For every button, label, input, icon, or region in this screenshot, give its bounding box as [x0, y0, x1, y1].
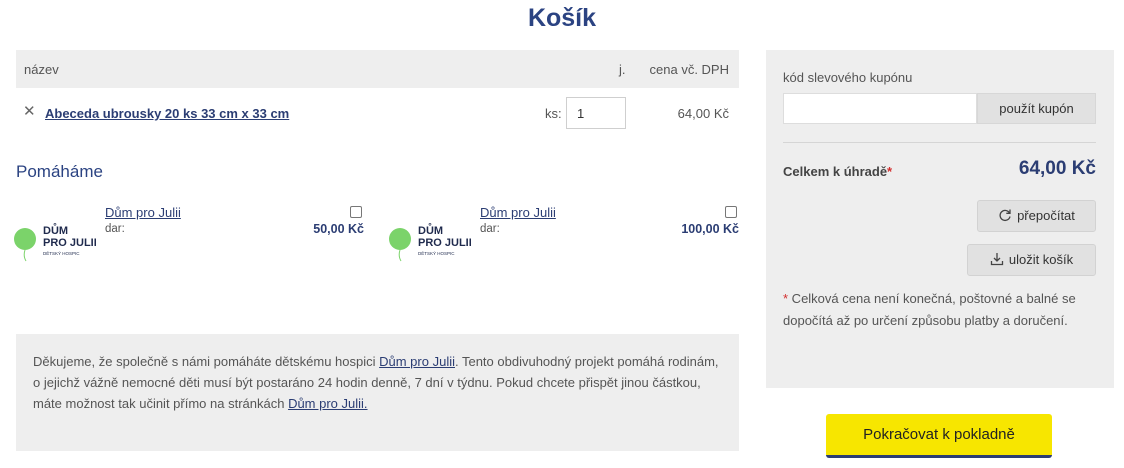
- price-note: * Celková cena není konečná, poštovné a …: [783, 288, 1101, 332]
- save-cart-button[interactable]: uložit košík: [967, 244, 1096, 276]
- download-icon: [990, 253, 1003, 266]
- cart-item-name-link[interactable]: Abeceda ubrousky 20 ks 33 cm x 33 cm: [45, 106, 289, 121]
- hospice-logo: DŮM PRO JULII DĚTSKÝ HOSPIC: [14, 220, 97, 262]
- close-icon[interactable]: ✕: [23, 104, 36, 120]
- recalculate-label: přepočítat: [1017, 208, 1075, 223]
- logo-text-line2: PRO JULII: [43, 237, 96, 249]
- quantity-input[interactable]: [566, 97, 626, 129]
- coupon-label: kód slevového kupónu: [783, 70, 913, 85]
- balloon-icon: [389, 228, 411, 262]
- coupon-input[interactable]: [783, 93, 977, 124]
- logo-text-sub: DĚTSKÝ HOSPIC: [418, 249, 455, 256]
- logo-text-sub: DĚTSKÝ HOSPIC: [43, 249, 80, 256]
- divider: [783, 142, 1096, 143]
- info-link-hospice[interactable]: Dům pro Julii: [379, 354, 455, 369]
- logo-text-line1: DŮM: [43, 223, 68, 237]
- hospice-logo: DŮM PRO JULII DĚTSKÝ HOSPIC: [389, 220, 472, 262]
- donation-label: dar:: [105, 223, 125, 235]
- info-text-1: Děkujeme, že společně s námi pomáháte dě…: [33, 354, 380, 369]
- quantity-label: ks:: [545, 106, 562, 121]
- donation-item: DŮM PRO JULII DĚTSKÝ HOSPIC Dům pro Juli…: [14, 204, 364, 264]
- donation-name-link[interactable]: Dům pro Julii: [105, 205, 181, 220]
- refresh-icon: [999, 209, 1011, 222]
- checkout-button[interactable]: Pokračovat k pokladně: [826, 414, 1052, 458]
- logo-text-line2: PRO JULII: [418, 237, 471, 249]
- donation-price: 100,00 Kč: [681, 222, 739, 236]
- column-price: cena vč. DPH: [649, 62, 729, 77]
- info-link-hospice-site[interactable]: Dům pro Julii.: [288, 396, 367, 411]
- cart-item-price: 64,00 Kč: [677, 106, 729, 121]
- donation-price: 50,00 Kč: [313, 222, 364, 236]
- note-text: Celková cena není konečná, poštovné a ba…: [783, 291, 1076, 328]
- apply-coupon-button[interactable]: použít kupón: [977, 93, 1096, 124]
- column-name: název: [24, 62, 59, 77]
- order-summary-panel: kód slevového kupónu použít kupón Celkem…: [766, 50, 1114, 388]
- recalculate-button[interactable]: přepočítat: [977, 200, 1096, 232]
- total-value: 64,00 Kč: [1018, 158, 1096, 179]
- help-section-title: Pomáháme: [16, 162, 103, 181]
- info-box: Děkujeme, že společně s námi pomáháte dě…: [16, 334, 739, 451]
- donation-checkbox[interactable]: [725, 206, 737, 218]
- donation-label: dar:: [480, 223, 500, 235]
- save-cart-label: uložit košík: [1008, 252, 1074, 267]
- total-label: Celkem k úhradě*: [783, 164, 893, 179]
- cart-item-row: ✕ Abeceda ubrousky 20 ks 33 cm x 33 cm k…: [16, 94, 739, 134]
- donation-name-link[interactable]: Dům pro Julii: [480, 205, 556, 220]
- logo-text-line1: DŮM: [418, 223, 443, 237]
- column-unit: j.: [619, 62, 626, 77]
- page-title: Košík: [527, 4, 597, 32]
- balloon-icon: [14, 228, 36, 262]
- donation-item: DŮM PRO JULII DĚTSKÝ HOSPIC Dům pro Juli…: [389, 204, 739, 264]
- cart-table-header: název j. cena vč. DPH: [16, 50, 739, 88]
- donation-checkbox[interactable]: [350, 206, 362, 218]
- required-asterisk: *: [887, 164, 893, 179]
